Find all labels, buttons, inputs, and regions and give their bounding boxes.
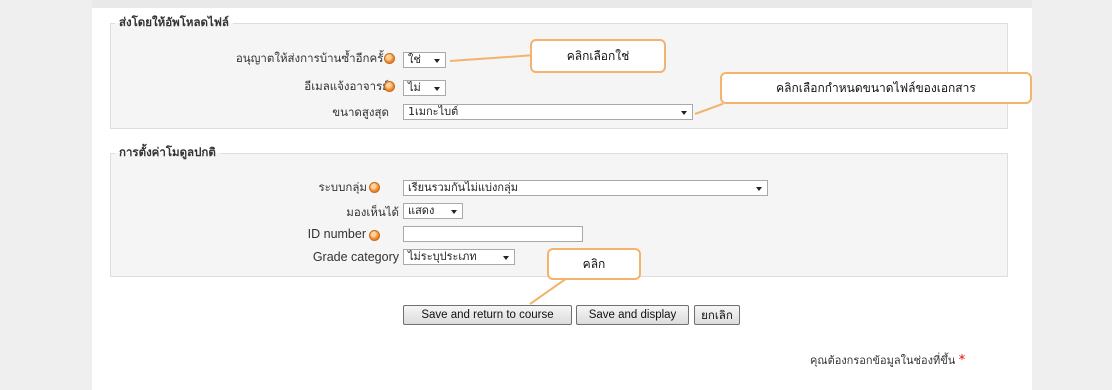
chevron-down-icon [756,187,762,191]
module-settings-legend: การตั้งค่าโมดูลปกติ [119,145,216,159]
help-icon[interactable] [369,230,380,241]
chevron-down-icon [451,210,457,214]
id-number-label: ID number [307,227,366,241]
callout-select-size: คลิกเลือกกำหนดขนาดไฟล์ของเอกสาร [720,72,1032,104]
save-and-return-button[interactable]: Save and return to course [403,305,572,325]
required-star: * [958,353,966,368]
help-icon[interactable] [384,53,395,64]
max-size-select[interactable]: 1เมกะไบต์ [403,104,693,120]
help-icon[interactable] [369,182,380,193]
chevron-down-icon [503,256,509,260]
help-icon[interactable] [384,81,395,92]
group-mode-select[interactable]: เรียนรวมกันไม่แบ่งกลุ่ม [403,180,768,196]
resubmit-label: อนุญาตให้ส่งการบ้านซ้ำอีกครั้ง [235,51,389,65]
email-teacher-label: อีเมลแจ้งอาจารย์ [304,79,389,93]
email-teacher-select[interactable]: ไม่ [403,80,446,96]
id-number-input[interactable] [403,226,583,242]
grade-category-select[interactable]: ไม่ระบุประเภท [403,249,515,265]
top-band [92,0,1032,8]
callout-click: คลิก [547,248,641,280]
upload-settings-legend: ส่งโดยให้อัพโหลดไฟล์ [119,15,229,29]
visible-select[interactable]: แสดง [403,203,463,219]
save-and-display-button[interactable]: Save and display [576,305,689,325]
callout-select-yes: คลิกเลือกใช่ [530,39,666,73]
max-size-label: ขนาดสูงสุด [332,105,389,119]
chevron-down-icon [434,87,440,91]
grade-category-label: Grade category [312,250,399,264]
required-fields-note: คุณต้องกรอกข้อมูลในช่องที่ขึ้น * [810,353,966,368]
chevron-down-icon [681,111,687,115]
chevron-down-icon [434,59,440,63]
visible-label: มองเห็นได้ [346,205,399,219]
cancel-button[interactable]: ยกเลิก [694,305,740,325]
resubmit-select[interactable]: ใช่ [403,52,446,68]
group-mode-label: ระบบกลุ่ม [318,180,367,194]
